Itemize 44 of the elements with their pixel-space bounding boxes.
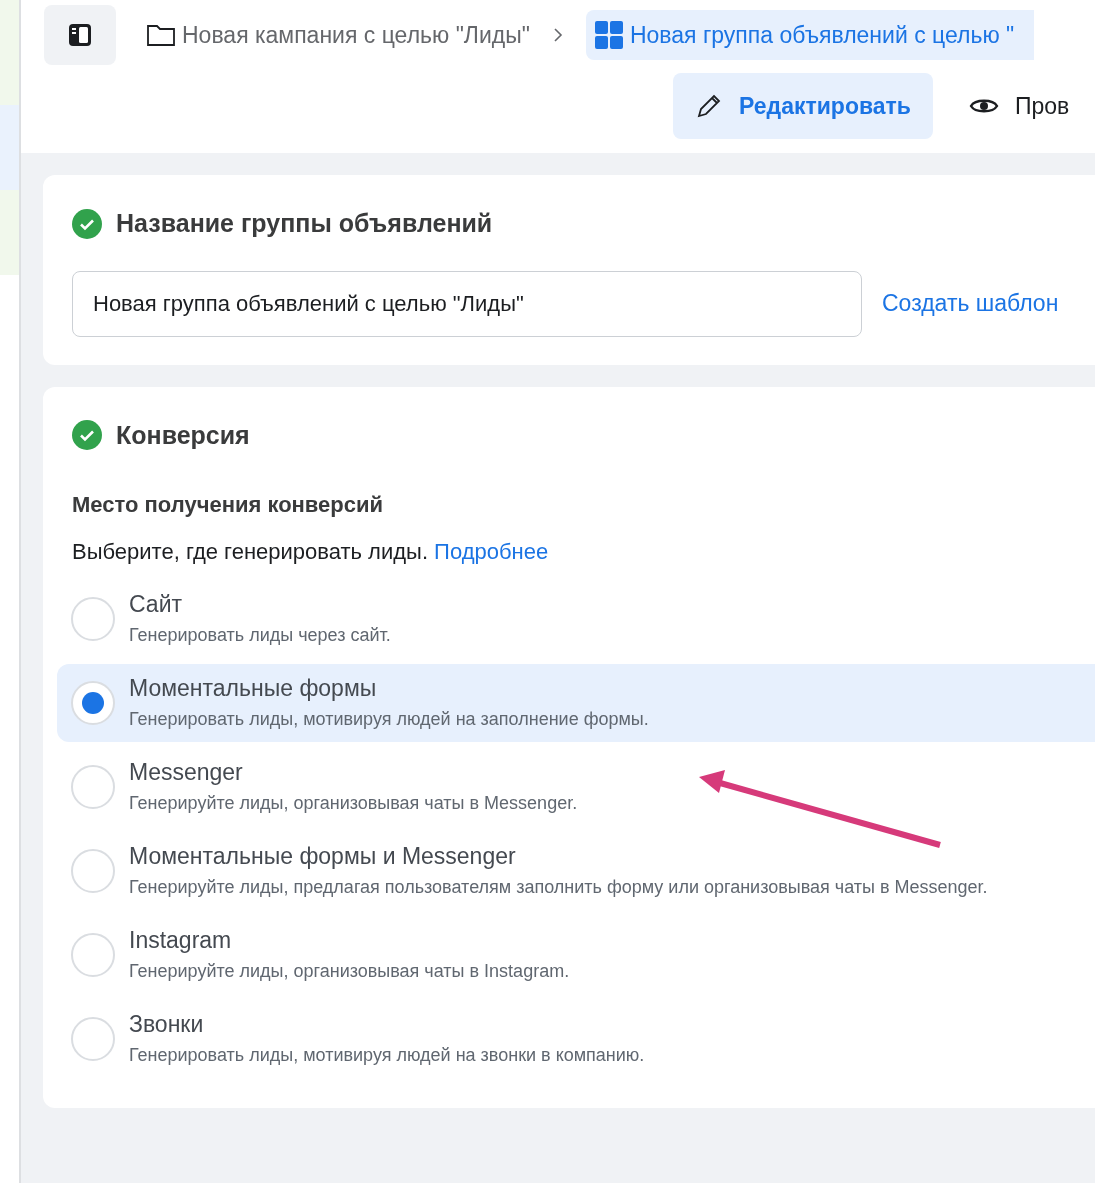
- radio-option[interactable]: Сайт Генерировать лиды через сайт.: [57, 580, 1095, 658]
- hint-text: Выберите, где генерировать лиды. Подробнее: [72, 538, 550, 566]
- radio-option[interactable]: Звонки Генерировать лиды, мотивируя людей на звонки в компанию.: [57, 1000, 1095, 1078]
- section-title: Название группы объявлений: [116, 208, 493, 239]
- breadcrumb-link[interactable]: Новая кампания с целью "Лиды": [146, 10, 530, 60]
- section-title: Конверсия: [116, 419, 250, 451]
- sidebar-row-highlight[interactable]: [0, 0, 19, 105]
- grid-icon: [593, 20, 624, 50]
- sidebar-row-highlight[interactable]: [0, 105, 19, 190]
- option-label: Звонки: [129, 1010, 205, 1039]
- edit-button[interactable]: Редактировать: [673, 73, 933, 139]
- option-label: Моментальные формы и Messenger: [129, 842, 517, 871]
- option-label: Сайт: [129, 590, 184, 619]
- subsection-title: Место получения конверсий: [72, 491, 385, 519]
- radio-button[interactable]: [71, 933, 115, 977]
- option-label: Messenger: [129, 758, 244, 787]
- option-label: Моментальные формы: [129, 674, 378, 703]
- chevron-icon: [551, 26, 564, 44]
- option-description: Генерировать лиды, мотивируя людей на звонки в компанию.: [129, 1044, 645, 1067]
- radio-option[interactable]: Моментальные формы и Messenger Генерируйте лиды, предлагая пользователям заполнить форму или организовывая чаты в Messenger.: [57, 832, 1095, 910]
- radio-button[interactable]: [71, 849, 115, 893]
- create-template-link[interactable]: Создать шаблон: [882, 286, 1059, 321]
- radio-option[interactable]: Instagram Генерируйте лиды, организовывая чаты в Instagram.: [57, 916, 1095, 994]
- radio-option[interactable]: Messenger Генерируйте лиды, организовывая чаты в Messenger.: [57, 748, 1095, 826]
- radio-button[interactable]: [71, 681, 115, 725]
- radio-button[interactable]: [71, 765, 115, 809]
- option-description: Генерировать лиды, мотивируя людей на заполнение формы.: [129, 708, 649, 731]
- radio-button[interactable]: [71, 1017, 115, 1061]
- option-label: Instagram: [129, 926, 233, 955]
- sidebar-toggle-button[interactable]: [44, 5, 116, 65]
- folder-icon: [146, 22, 176, 48]
- option-description: Генерировать лиды через сайт.: [129, 624, 391, 647]
- option-description: Генерируйте лиды, предлагая пользователям заполнить форму или организовывая чаты в Messenger.: [129, 876, 988, 899]
- option-description: Генерируйте лиды, организовывая чаты в Messenger.: [129, 792, 578, 815]
- radio-button[interactable]: [71, 597, 115, 641]
- breadcrumb-link[interactable]: Новая группа объявлений с целью ": [585, 10, 1035, 60]
- radio-option[interactable]: Моментальные формы Генерировать лиды, мотивируя людей на заполнение формы.: [57, 664, 1095, 742]
- learn-more-link[interactable]: Подробнее: [434, 539, 549, 564]
- sidebar-row-highlight[interactable]: [0, 190, 19, 275]
- sidebar-icon: [67, 22, 93, 48]
- pencil-icon: [695, 92, 723, 120]
- name-input-field[interactable]: Новая группа объявлений с целью "Лиды": [72, 270, 862, 337]
- option-description: Генерируйте лиды, организовывая чаты в Instagram.: [129, 960, 570, 983]
- preview-button[interactable]: Пров: [969, 73, 1070, 139]
